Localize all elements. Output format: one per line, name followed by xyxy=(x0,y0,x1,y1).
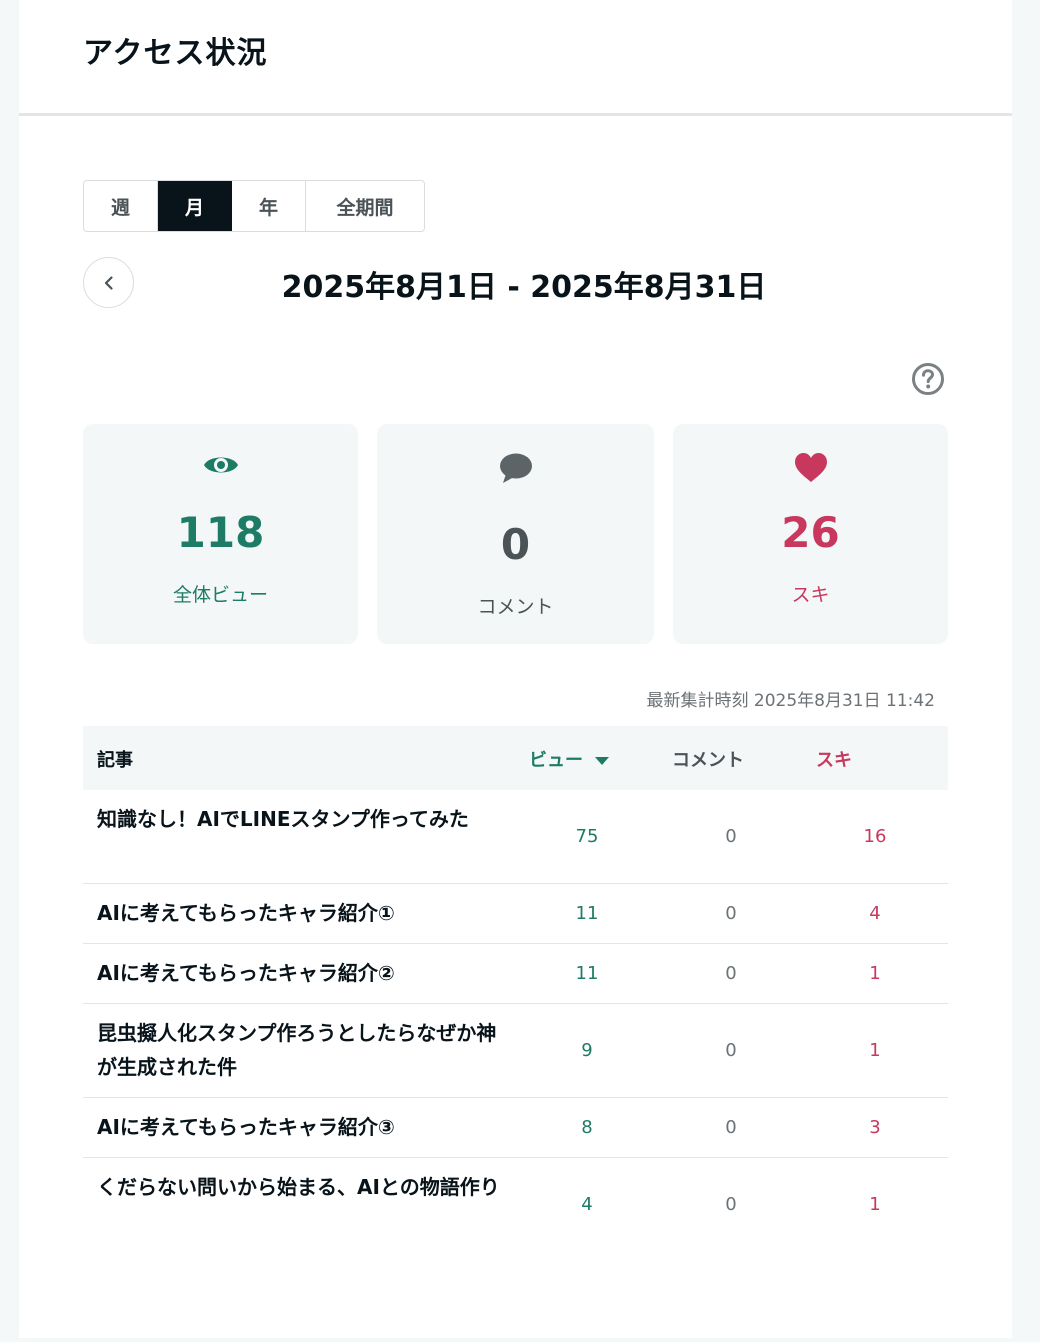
article-title[interactable]: 昆虫擬人化スタンプ作ろうとしたらなぜか神が生成された件 xyxy=(97,1016,507,1084)
table-header: 記事 ビュー コメント スキ xyxy=(83,726,948,790)
row-views: 9 xyxy=(581,1040,593,1061)
period-tabs: 週 月 年 全期間 xyxy=(83,180,425,232)
article-title[interactable]: AIに考えてもらったキャラ紹介② xyxy=(97,956,507,990)
page-header: アクセス状況 xyxy=(19,0,1012,116)
question-circle-icon[interactable] xyxy=(911,362,945,396)
column-views[interactable]: ビュー xyxy=(529,746,609,772)
sort-down-icon xyxy=(595,757,609,765)
speech-bubble-icon xyxy=(499,453,532,483)
views-label: 全体ビュー xyxy=(172,584,268,606)
table-row[interactable]: くだらない問いから始まる、AIとの物語作り 4 0 1 xyxy=(83,1158,948,1252)
row-comments: 0 xyxy=(725,1194,737,1215)
row-likes: 3 xyxy=(869,1117,881,1138)
table-row[interactable]: AIに考えてもらったキャラ紹介① 11 0 4 xyxy=(83,884,948,944)
tab-month[interactable]: 月 xyxy=(158,181,232,231)
views-card: 118 全体ビュー xyxy=(83,424,358,644)
tab-week[interactable]: 週 xyxy=(84,181,158,231)
table-row[interactable]: AIに考えてもらったキャラ紹介③ 8 0 3 xyxy=(83,1098,948,1158)
column-likes[interactable]: スキ xyxy=(816,746,852,772)
eye-icon xyxy=(203,457,238,473)
article-title[interactable]: くだらない問いから始まる、AIとの物語作り xyxy=(97,1170,507,1204)
row-views: 11 xyxy=(575,963,599,984)
comments-total: 0 xyxy=(500,520,531,569)
table-row[interactable]: AIに考えてもらったキャラ紹介② 11 0 1 xyxy=(83,944,948,1004)
tab-year[interactable]: 年 xyxy=(232,181,306,231)
row-comments: 0 xyxy=(725,826,737,847)
row-views: 75 xyxy=(575,826,599,847)
table-row[interactable]: 知識なし！AIでLINEスタンプ作ってみた 75 0 16 xyxy=(83,790,948,884)
table-row[interactable]: 昆虫擬人化スタンプ作ろうとしたらなぜか神が生成された件 9 0 1 xyxy=(83,1004,948,1098)
date-range: 2025年8月1日 - 2025年8月31日 xyxy=(281,270,767,305)
article-title[interactable]: 知識なし！AIでLINEスタンプ作ってみた xyxy=(97,802,507,836)
likes-total: 26 xyxy=(781,508,840,557)
comments-label: コメント xyxy=(477,596,554,618)
row-views: 8 xyxy=(581,1117,593,1138)
access-stats-panel: アクセス状況 週 月 年 全期間 2025年8月1日 - 2025年8月31日 … xyxy=(19,0,1012,1338)
row-likes: 4 xyxy=(869,903,881,924)
article-title[interactable]: AIに考えてもらったキャラ紹介③ xyxy=(97,1110,507,1144)
row-comments: 0 xyxy=(725,1040,737,1061)
views-total: 118 xyxy=(176,508,265,557)
likes-card: 26 スキ xyxy=(673,424,948,644)
likes-label: スキ xyxy=(791,584,830,606)
previous-period-button[interactable] xyxy=(83,257,134,308)
comments-card: 0 コメント xyxy=(377,424,654,644)
tab-all-time[interactable]: 全期間 xyxy=(306,181,424,231)
page-title: アクセス状況 xyxy=(83,36,268,71)
row-likes: 1 xyxy=(869,1040,881,1061)
row-likes: 1 xyxy=(869,1194,881,1215)
row-comments: 0 xyxy=(725,963,737,984)
row-likes: 16 xyxy=(863,826,887,847)
row-views: 11 xyxy=(575,903,599,924)
row-views: 4 xyxy=(581,1194,593,1215)
row-likes: 1 xyxy=(869,963,881,984)
heart-icon xyxy=(794,453,827,482)
column-comments[interactable]: コメント xyxy=(672,746,744,772)
row-comments: 0 xyxy=(725,1117,737,1138)
column-views-label: ビュー xyxy=(529,750,583,771)
row-comments: 0 xyxy=(725,903,737,924)
article-title[interactable]: AIに考えてもらったキャラ紹介① xyxy=(97,896,507,930)
articles-table: 記事 ビュー コメント スキ 知識なし！AIでLINEスタンプ作ってみた 75 … xyxy=(83,726,948,1252)
column-article: 記事 xyxy=(97,750,133,771)
chevron-left-icon xyxy=(104,275,113,290)
last-updated: 最新集計時刻 2025年8月31日 11:42 xyxy=(646,691,935,711)
